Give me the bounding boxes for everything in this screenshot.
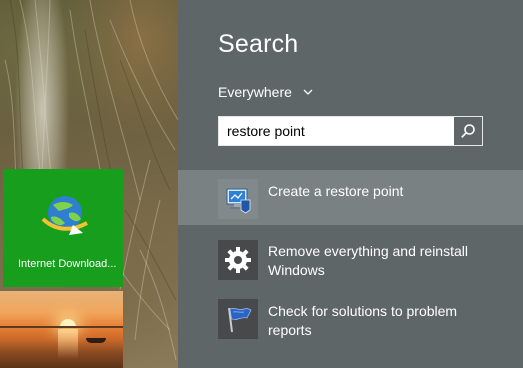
result-icon-tile xyxy=(218,299,258,339)
system-protection-icon xyxy=(226,188,251,214)
pane-title: Search xyxy=(218,30,299,58)
sun-reflection xyxy=(58,329,78,359)
tile-sunset-photo[interactable] xyxy=(0,291,123,368)
search-scope-dropdown[interactable]: Everywhere xyxy=(218,84,314,100)
search-button[interactable] xyxy=(454,117,482,145)
start-screen-background: Internet Download... xyxy=(0,0,178,368)
search-pane: Search Everywhere Create a re xyxy=(178,0,523,368)
tile-label: Internet Download... xyxy=(18,258,117,270)
search-scope-label: Everywhere xyxy=(218,84,292,100)
tile-internet-download-manager[interactable]: Internet Download... xyxy=(3,169,123,287)
search-box xyxy=(218,116,483,146)
boat-shape xyxy=(86,338,106,343)
result-check-solutions-problem-reports[interactable]: Check for solutions to problem reports xyxy=(178,292,523,350)
idm-globe-icon xyxy=(41,196,88,235)
gear-icon xyxy=(225,247,251,273)
magnifier-icon xyxy=(461,124,475,138)
result-label: Remove everything and reinstall Windows xyxy=(268,243,468,278)
search-input[interactable] xyxy=(219,117,453,145)
horizon-line xyxy=(0,326,123,328)
action-center-flag-icon xyxy=(228,307,252,333)
result-label: Check for solutions to problem reports xyxy=(268,303,458,338)
result-icon-tile xyxy=(218,179,258,219)
result-remove-everything-reinstall[interactable]: Remove everything and reinstall Windows xyxy=(178,232,523,290)
result-label: Create a restore point xyxy=(268,183,404,199)
chevron-down-icon xyxy=(303,89,313,95)
result-create-restore-point[interactable]: Create a restore point xyxy=(178,170,523,225)
result-icon-tile xyxy=(218,240,258,280)
